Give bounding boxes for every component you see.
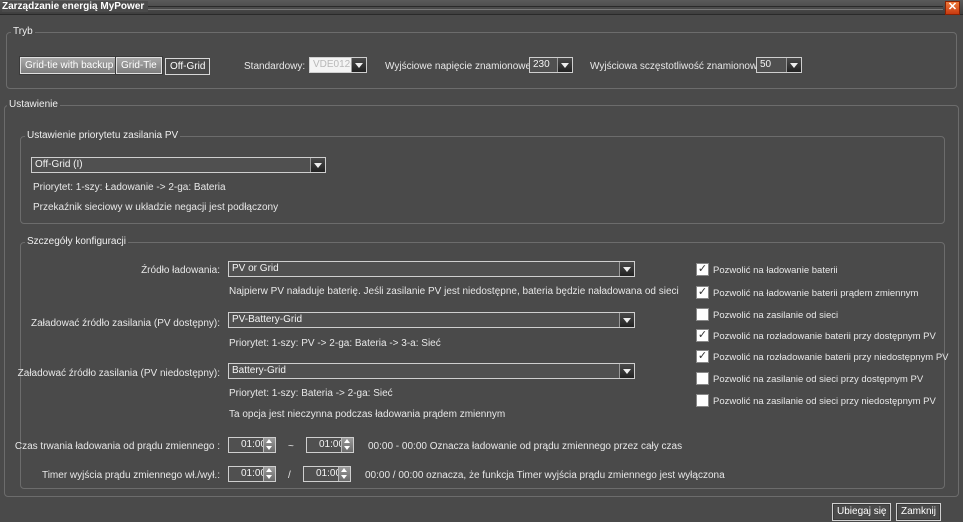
checkbox-allow-grid-feed[interactable]: [696, 308, 709, 321]
spinner-arrows-icon[interactable]: [341, 438, 353, 452]
checkmark-icon: ✓: [697, 286, 708, 298]
mode-grid-tie-button[interactable]: Grid-Tie: [115, 56, 163, 75]
checkbox-label: Pozwolić na rozładowanie baterii przy do…: [713, 331, 936, 342]
load-pv-unavailable-desc-1: Priorytet: 1-szy: Bateria -> 2-ga: Sieć: [229, 388, 393, 399]
voltage-label: Wyjściowe napięcie znamionowe :: [385, 61, 537, 72]
load-pv-unavailable-desc-2: Ta opcja jest nieczynna podczas ładowani…: [229, 409, 506, 420]
checkbox-allow-grid-feed-pv-available[interactable]: [696, 372, 709, 385]
ac-charge-from-stepper[interactable]: 01:00: [228, 437, 276, 453]
frequency-label: Wyjściowa sczęstotliwość znamionowa:: [590, 61, 766, 72]
checkmark-icon: ✓: [697, 329, 708, 341]
chevron-down-icon: [351, 58, 366, 72]
checkbox-allow-discharge-pv-unavailable[interactable]: ✓: [696, 350, 709, 363]
spinner-arrows-icon[interactable]: [263, 438, 275, 452]
charge-source-select[interactable]: PV or Grid: [228, 261, 635, 277]
charge-source-value: PV or Grid: [232, 263, 279, 274]
ac-output-timer-separator: /: [288, 470, 291, 481]
mode-off-grid-button[interactable]: Off-Grid: [165, 58, 211, 75]
ac-charge-desc: 00:00 - 00:00 Oznacza ładowanie od prądu…: [368, 441, 683, 452]
checkbox-label: Pozwolić na rozładowanie baterii przy ni…: [713, 352, 949, 363]
chevron-down-icon: [619, 262, 634, 276]
checkbox-label: Pozwolić na zasilanie od sieci przy dost…: [713, 374, 924, 385]
checkbox-allow-grid-feed-pv-unavailable[interactable]: [696, 394, 709, 407]
ac-output-timer-on-stepper[interactable]: 01:00: [228, 466, 276, 482]
checkbox-label: Pozwolić na zasilanie od sieci: [713, 310, 839, 321]
frequency-select[interactable]: 50: [756, 57, 802, 73]
checkbox-allow-ac-battery-charge[interactable]: ✓: [696, 286, 709, 299]
chevron-down-icon: [619, 313, 634, 327]
charge-source-desc: Najpierw PV naładuje baterię. Jeśli zasi…: [229, 286, 679, 297]
pv-priority-select[interactable]: Off-Grid (I): [31, 157, 326, 173]
checkbox-allow-discharge-pv-available[interactable]: ✓: [696, 329, 709, 342]
ac-output-timer-desc: 00:00 / 00:00 oznacza, że funkcja Timer …: [365, 470, 725, 481]
pv-priority-legend: Ustawienie priorytetu zasilania PV: [25, 130, 181, 141]
checkbox-label: Pozwolić na zasilanie od sieci przy nied…: [713, 396, 936, 407]
settings-legend: Ustawienie: [7, 99, 60, 110]
frequency-value: 50: [760, 59, 772, 70]
title-bar: Zarządzanie energią MyPower ✕: [0, 0, 963, 15]
chevron-down-icon: [786, 58, 801, 72]
apply-button[interactable]: Ubiegaj się: [832, 503, 892, 521]
pv-priority-desc-1: Priorytet: 1-szy: Ładowanie -> 2-ga: Bat…: [33, 182, 226, 193]
standard-value: VDE0126: [313, 59, 356, 70]
checkbox-label: Pozwolić na ładowanie baterii: [713, 265, 838, 276]
pv-priority-desc-2: Przekaźnik sieciowy w układzie negacji j…: [33, 202, 279, 213]
chevron-down-icon: [557, 58, 572, 72]
spinner-arrows-icon[interactable]: [263, 467, 275, 481]
load-pv-unavailable-select[interactable]: Battery-Grid: [228, 363, 635, 379]
load-pv-available-desc: Priorytet: 1-szy: PV -> 2-ga: Bateria ->…: [229, 338, 441, 349]
load-pv-unavailable-label: Załadować źródło zasilania (PV niedostęp…: [17, 368, 220, 379]
checkbox-label: Pozwolić na ładowanie baterii prądem zmi…: [713, 288, 919, 299]
load-pv-available-value: PV-Battery-Grid: [232, 314, 303, 325]
ac-charge-to-stepper[interactable]: 01:00: [306, 437, 354, 453]
pv-priority-value: Off-Grid (I): [35, 159, 83, 170]
load-pv-available-select[interactable]: PV-Battery-Grid: [228, 312, 635, 328]
config-legend: Szczegóły konfiguracji: [25, 236, 128, 247]
ac-charge-time-label: Czas trwania ładowania od prądu zmienneg…: [14, 441, 220, 452]
checkmark-icon: ✓: [697, 350, 708, 362]
chevron-down-icon: [310, 158, 325, 172]
ac-output-timer-label: Timer wyjścia prądu zmiennego wł./wył.:: [41, 470, 220, 481]
voltage-select[interactable]: 230: [529, 57, 573, 73]
window-title: Zarządzanie energią MyPower: [2, 1, 149, 12]
mode-legend: Tryb: [11, 26, 35, 37]
title-bar-rule: [146, 6, 943, 10]
checkmark-icon: ✓: [697, 263, 708, 275]
ac-charge-separator: ~: [288, 441, 294, 452]
load-pv-unavailable-value: Battery-Grid: [232, 365, 286, 376]
close-icon[interactable]: ✕: [945, 1, 960, 15]
close-button[interactable]: Zamknij: [896, 503, 942, 521]
spinner-arrows-icon[interactable]: [338, 467, 350, 481]
chevron-down-icon: [619, 364, 634, 378]
mode-grid-tie-with-backup-button[interactable]: Grid-tie with backup: [18, 56, 120, 75]
standard-label: Standardowy:: [244, 61, 306, 72]
checkbox-allow-battery-charge[interactable]: ✓: [696, 263, 709, 276]
standard-select[interactable]: VDE0126: [309, 57, 367, 73]
charge-source-label: Źródło ładowania:: [141, 265, 220, 276]
voltage-value: 230: [533, 59, 550, 70]
load-pv-available-label: Załadować źródło zasilania (PV dostępny)…: [31, 318, 220, 329]
ac-output-timer-off-stepper[interactable]: 01:00: [303, 466, 351, 482]
